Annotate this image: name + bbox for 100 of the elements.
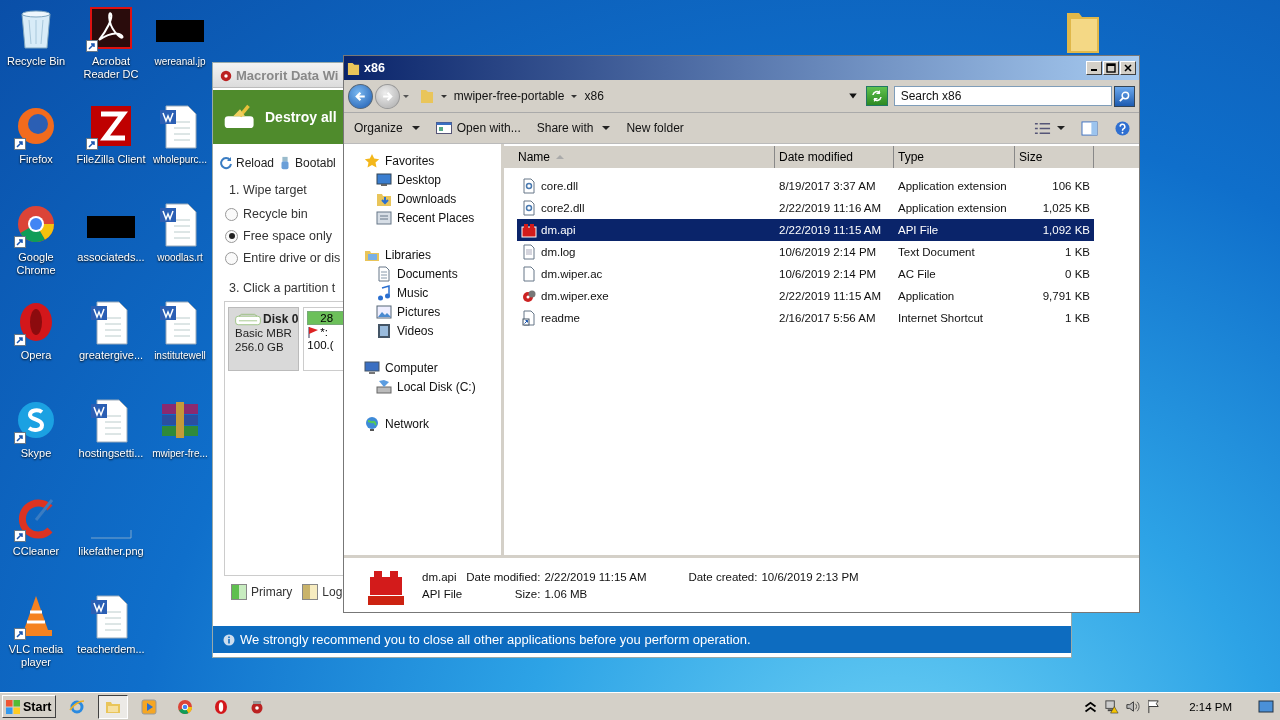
section-heading: 1. Wipe target (228, 182, 308, 197)
taskbar-app[interactable] (98, 694, 129, 719)
nav-item[interactable]: Desktop (346, 170, 501, 189)
search-field[interactable]: Search x86 (893, 86, 1113, 106)
caret-icon (602, 124, 611, 132)
icon-label: wereanal.jp (154, 55, 206, 68)
nav-item[interactable]: Documents (346, 264, 501, 283)
column-header[interactable]: Type (894, 146, 1015, 168)
file-name: dm.wiper.ac (541, 268, 603, 280)
file-row[interactable]: dm.wiper.exe 2/22/2019 11:15 AM Application 9,791 KB (517, 285, 1094, 307)
search-button[interactable] (1114, 85, 1135, 107)
icon-label: FileZilla Client (76, 153, 146, 166)
icon-label: CCleaner (12, 545, 60, 558)
caret-icon[interactable] (439, 92, 448, 100)
action-banner[interactable]: Destroy all (213, 90, 344, 144)
icon-label: wholepurc... (153, 153, 207, 166)
size-cell-text: 1 KB (1064, 312, 1091, 324)
caret-icon[interactable] (1057, 124, 1065, 132)
window-title: x86 (364, 61, 386, 75)
windows-logo-icon (5, 698, 21, 715)
toolbar-button[interactable]: Open with... (435, 121, 521, 135)
file-row[interactable]: dm.wiper.ac 10/6/2019 2:14 PM AC File 0 KB (517, 263, 1094, 285)
show-desktop-icon[interactable] (1258, 699, 1274, 714)
pdf-icon[interactable] (87, 4, 135, 52)
file-row[interactable]: core2.dll 2/22/2019 11:16 AM Application extension 1,025 KB (517, 197, 1094, 219)
icon-label: associateds... (77, 251, 145, 264)
field-label: Size: (513, 587, 541, 600)
icon-label: Acrobat Reader DC (82, 55, 140, 81)
page-icon (376, 265, 392, 282)
icon-label: hostingsetti... (78, 447, 144, 460)
disk-card[interactable]: Disk 0 Basic MBR 256.0 GB (228, 307, 300, 371)
clock[interactable]: 2:14 PM (1167, 700, 1252, 713)
chevron-up-icon[interactable] (1083, 699, 1099, 714)
icon-label: greatergive... (78, 349, 144, 362)
refresh-icon (219, 156, 233, 170)
nav-item[interactable]: Favorites (346, 151, 501, 170)
globe-icon (364, 415, 380, 432)
field-value: 10/6/2019 2:13 PM (761, 570, 859, 583)
ring-icon (213, 698, 230, 715)
file-row[interactable]: readme 2/16/2017 5:56 AM Internet Shortcut 1 KB (517, 307, 1094, 329)
breadcrumb-item[interactable]: x86 (584, 89, 604, 103)
nav-item[interactable]: Videos (346, 321, 501, 340)
column-header[interactable]: Name (504, 146, 775, 168)
file-row[interactable]: core.dll 8/19/2017 3:37 AM Application extension 106 KB (517, 175, 1094, 197)
icon-label: teacherdem... (77, 643, 145, 656)
hard-drive-icon (235, 312, 261, 326)
nav-item[interactable]: Computer (346, 358, 501, 377)
close-icon (1122, 63, 1134, 73)
nav-item[interactable]: Network (346, 414, 501, 433)
legend-label: Log (322, 585, 343, 599)
nav-item[interactable]: Recent Places (346, 208, 501, 227)
network-warning-icon[interactable] (1104, 699, 1120, 714)
column-header[interactable]: Date modified (775, 146, 894, 168)
toolbar-button[interactable]: Organize (354, 121, 420, 135)
icon-label: Firefox (19, 153, 53, 166)
file-row[interactable]: dm.log 10/6/2019 2:14 PM Text Document 1 KB (517, 241, 1094, 263)
icon-label: institutewell (154, 349, 206, 362)
search-icon (1118, 89, 1131, 103)
file-name: dm.api (541, 224, 576, 236)
caret-icon[interactable] (570, 92, 579, 100)
nav-item[interactable]: Downloads (346, 189, 501, 208)
type-cell-text: Application extension (897, 202, 1008, 214)
column-header[interactable]: Size (1015, 146, 1094, 168)
icon-label: Google Chrome (15, 251, 57, 277)
toolbar-button[interactable]: Reload (219, 152, 275, 174)
flag-icon (307, 326, 320, 338)
toolbar-button[interactable]: Bootabl (278, 152, 336, 174)
view-list-icon[interactable] (1034, 120, 1051, 136)
forward-button[interactable] (374, 83, 400, 109)
film-icon (376, 322, 392, 339)
back-button[interactable] (348, 83, 373, 109)
icon-label: mwiper-fre... (152, 447, 208, 460)
nav-item[interactable]: Libraries (346, 245, 501, 264)
radio-option[interactable]: Free space only (225, 229, 344, 243)
caret-icon[interactable] (847, 91, 858, 101)
nav-item[interactable]: Music (346, 283, 501, 302)
nav-item[interactable]: Pictures (346, 302, 501, 321)
date-cell-text: 2/22/2019 11:16 AM (778, 202, 883, 214)
radio-option[interactable]: Recycle bin (225, 207, 344, 221)
legend-swatch (231, 584, 247, 600)
toolbar-button[interactable]: Share with (536, 121, 611, 135)
preview-pane-icon[interactable] (1081, 120, 1098, 136)
radio-option[interactable]: Entire drive or dis (225, 251, 344, 265)
help-icon[interactable] (1114, 120, 1131, 136)
toolbar-button[interactable]: New folder (626, 121, 684, 135)
close-button[interactable] (1120, 61, 1136, 75)
legend-swatch (302, 584, 319, 600)
section-heading: 3. Click a partition t (228, 280, 337, 295)
nav-item[interactable]: Local Disk (C:) (346, 377, 501, 396)
file-name: readme (541, 312, 580, 324)
maximize-button[interactable] (1103, 61, 1119, 75)
refresh-button[interactable] (865, 86, 888, 106)
flag-icon[interactable] (1146, 699, 1162, 714)
text-file-icon (521, 244, 537, 260)
minimize-button[interactable] (1086, 61, 1102, 75)
breadcrumb-item[interactable]: mwiper-free-portable (453, 89, 565, 103)
app-icon (219, 68, 233, 82)
speaker-icon[interactable] (1125, 699, 1141, 714)
file-row[interactable]: dm.api 2/22/2019 11:15 AM API File 1,092 KB (517, 219, 1094, 241)
start-button[interactable]: Start (2, 695, 57, 718)
